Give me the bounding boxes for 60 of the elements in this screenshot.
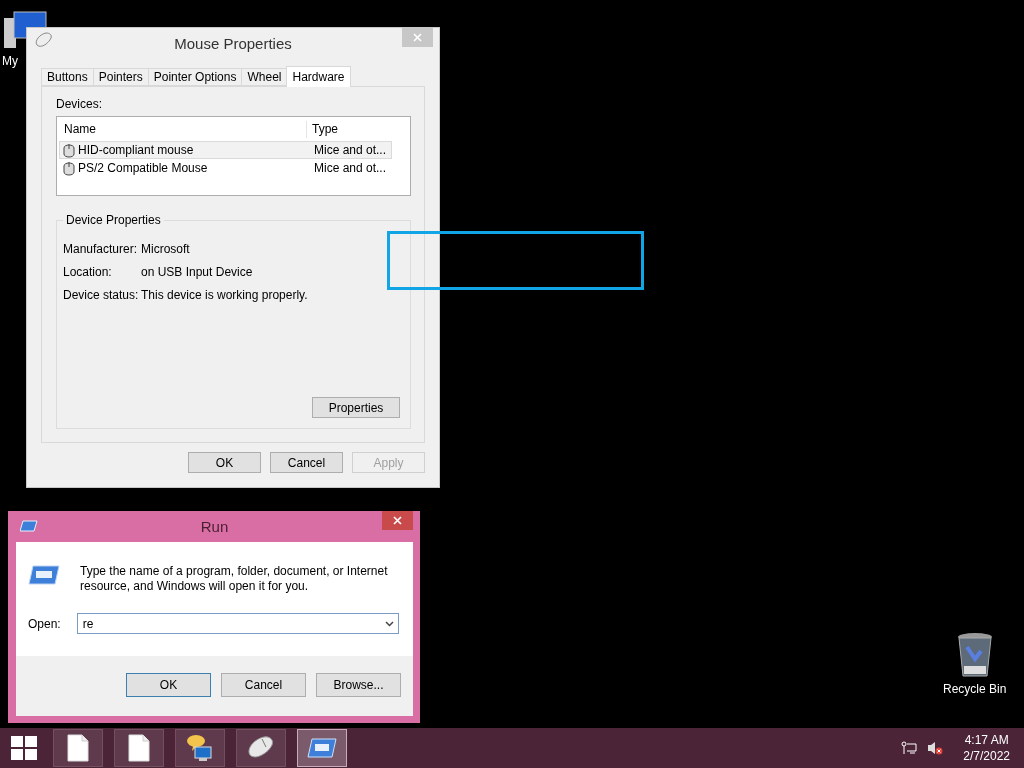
close-icon — [393, 516, 402, 525]
open-combobox[interactable]: re — [76, 613, 399, 634]
recycle-bin-icon — [956, 632, 993, 678]
device-type: Mice and ot... — [313, 161, 388, 175]
run-icon — [28, 564, 60, 586]
dialog-button[interactable]: OK — [188, 452, 261, 473]
device-type: Mice and ot... — [313, 143, 388, 157]
tab[interactable]: Pointers — [92, 68, 149, 86]
column-header[interactable]: Type — [307, 121, 392, 138]
desktop-icon-label[interactable]: My — [2, 54, 18, 68]
muted-speaker-icon — [927, 741, 944, 755]
dialog-button[interactable]: Browse... — [316, 673, 401, 697]
taskbar-button[interactable] — [297, 729, 347, 767]
devices-label: Devices: — [56, 97, 103, 111]
group-title: Device Properties — [63, 213, 164, 227]
taskbar-button[interactable] — [236, 729, 286, 767]
property-value: This device is working properly. — [141, 287, 309, 302]
windows-logo-icon — [11, 736, 37, 760]
open-label: Open: — [28, 616, 61, 631]
dialog-button[interactable]: Cancel — [221, 673, 306, 697]
properties-button[interactable]: Properties — [312, 397, 400, 418]
mouse-icon — [63, 142, 75, 158]
device-row[interactable]: PS/2 Compatible Mouse Mice and ot... — [59, 159, 392, 177]
combobox-value: re — [82, 616, 94, 631]
clock-time[interactable]: 4:17 AM — [964, 732, 1009, 748]
mouse-icon — [63, 160, 75, 176]
window-title: Run — [200, 517, 229, 535]
column-header[interactable]: Name — [59, 121, 307, 138]
mouse-icon — [246, 735, 276, 761]
close-button[interactable] — [382, 511, 413, 530]
clock-date[interactable]: 2/7/2022 — [963, 748, 1010, 764]
property-value: on USB Input Device — [141, 264, 254, 279]
tab[interactable]: Wheel — [241, 68, 288, 86]
device-row[interactable]: HID-compliant mouse Mice and ot... — [59, 141, 392, 159]
device-name: HID-compliant mouse — [78, 143, 194, 157]
run-icon — [307, 737, 337, 759]
monitor-with-speech-bubble-icon — [185, 733, 215, 763]
dropdown-caret-icon — [385, 620, 394, 627]
document-icon — [67, 734, 89, 762]
close-icon — [413, 33, 422, 42]
dialog-button[interactable]: OK — [126, 673, 211, 697]
network-icon — [901, 741, 918, 755]
property-label: Manufacturer: — [63, 241, 139, 256]
tab[interactable]: Buttons — [41, 68, 94, 86]
run-icon — [20, 520, 38, 532]
desktop-icon-label[interactable]: Recycle Bin — [943, 682, 1007, 696]
taskbar-button[interactable] — [175, 729, 225, 767]
property-label: Location: — [63, 264, 113, 279]
tab[interactable]: Pointer Options — [147, 68, 243, 86]
mouse-icon — [35, 32, 53, 48]
taskbar-button[interactable] — [114, 729, 164, 767]
tab[interactable]: Hardware — [286, 66, 351, 87]
property-label: Device status: — [63, 287, 140, 302]
device-name: PS/2 Compatible Mouse — [78, 161, 208, 175]
dialog-button[interactable]: Cancel — [270, 452, 343, 473]
window-title: Mouse Properties — [174, 34, 292, 52]
document-icon — [128, 734, 150, 762]
taskbar-button[interactable] — [53, 729, 103, 767]
property-value: Microsoft — [141, 241, 191, 256]
run-description: Type the name of a program, folder, document, or Internet resource, and Windows will open it for you. — [80, 564, 389, 594]
